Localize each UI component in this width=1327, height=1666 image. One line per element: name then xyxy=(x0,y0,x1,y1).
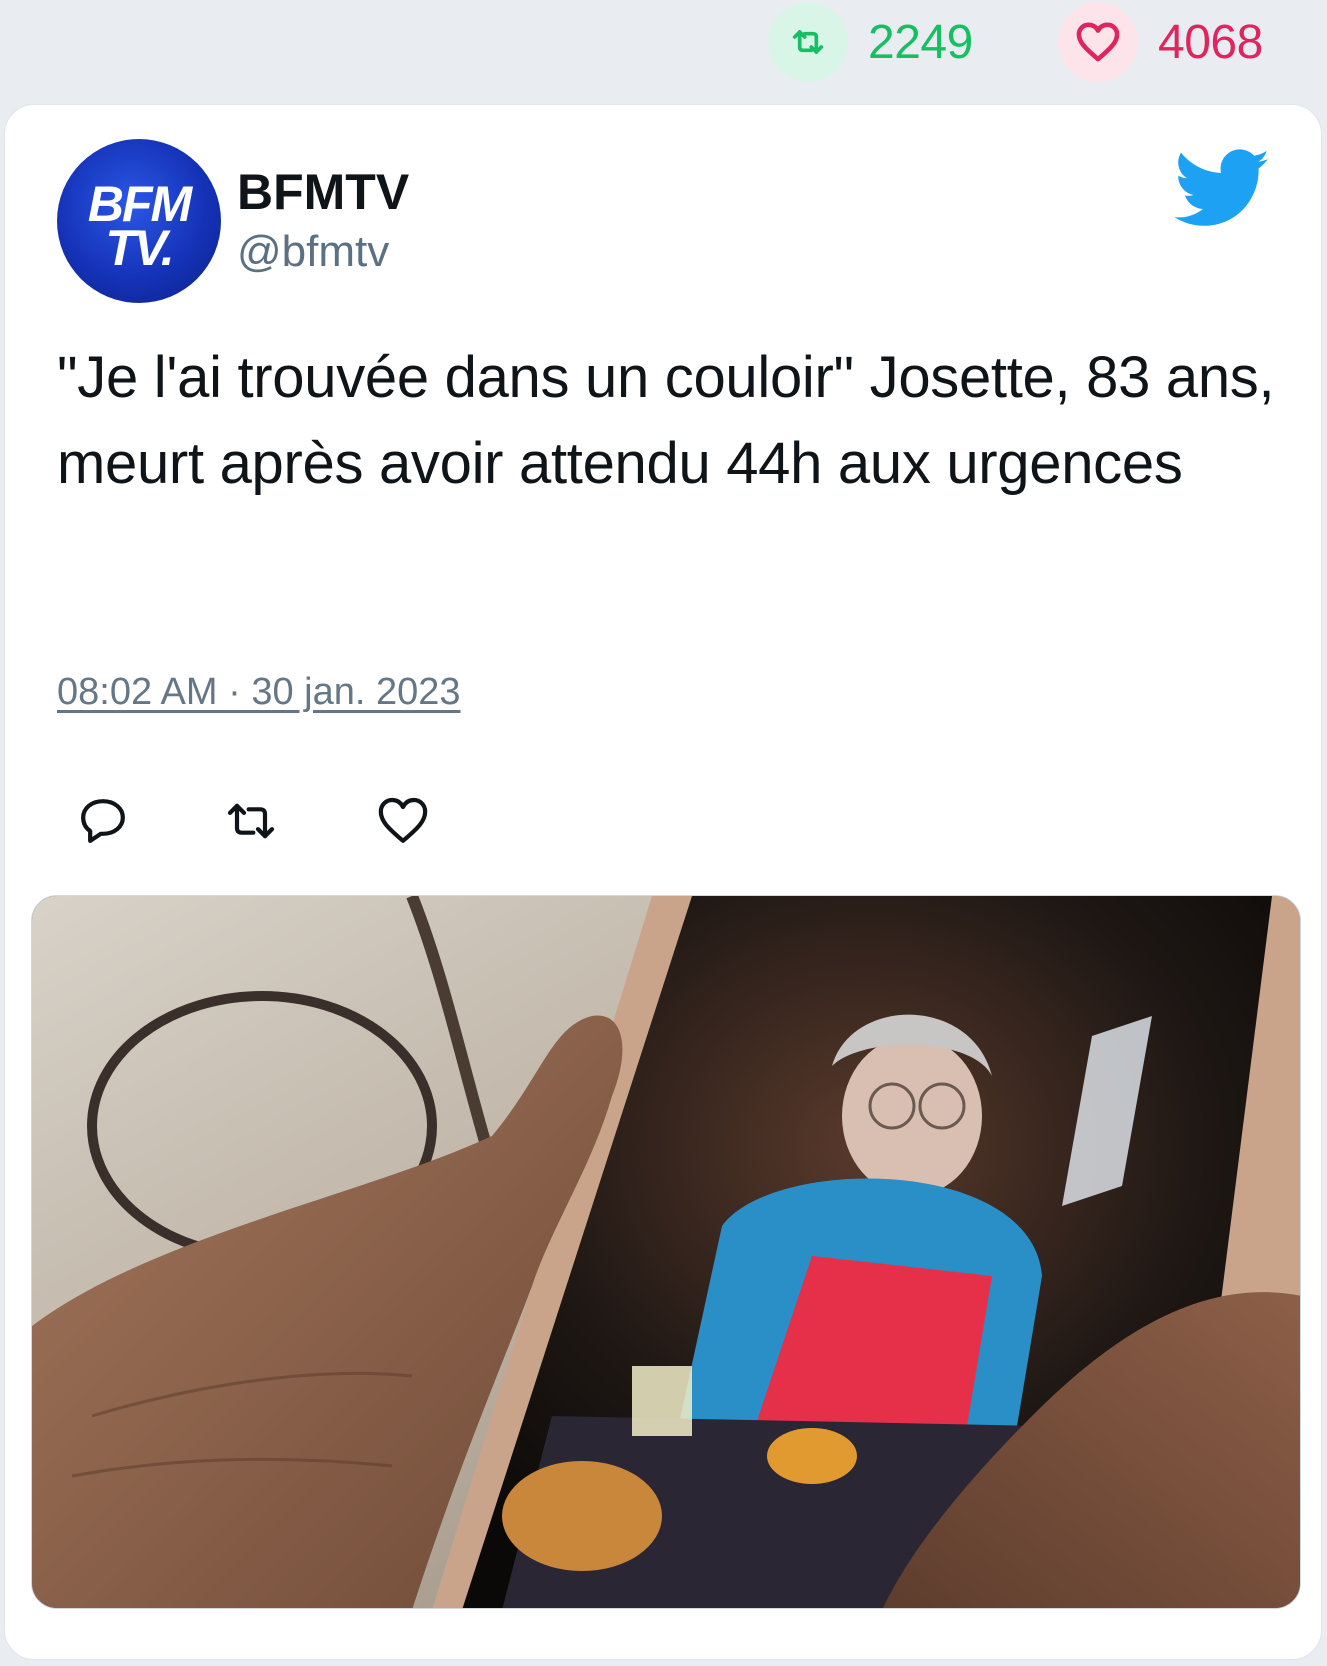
retweet-icon[interactable] xyxy=(768,2,848,82)
avatar[interactable]: BFM TV. xyxy=(57,139,221,303)
author-name[interactable]: BFMTV xyxy=(237,163,409,221)
like-count: 4068 xyxy=(1158,15,1263,69)
twitter-bird-icon[interactable] xyxy=(1174,149,1271,229)
heart-icon[interactable] xyxy=(1058,2,1138,82)
tweet-actions xyxy=(75,793,475,853)
retweet-count: 2249 xyxy=(868,15,973,69)
author-block[interactable]: BFMTV @bfmtv xyxy=(237,163,409,277)
reply-icon[interactable] xyxy=(75,793,131,849)
engagement-bar: 2249 4068 xyxy=(0,0,1327,100)
avatar-logo-text-2: TV. xyxy=(105,220,174,276)
author-handle[interactable]: @bfmtv xyxy=(237,227,409,277)
tweet-timestamp-link[interactable]: 08:02 AM · 30 jan. 2023 xyxy=(57,671,461,714)
retweet-stat[interactable]: 2249 xyxy=(768,2,973,82)
tweet-card: BFM TV. BFMTV @bfmtv "Je l'ai trouvée da… xyxy=(4,104,1322,1660)
like-action-icon[interactable] xyxy=(375,793,431,849)
retweet-action-icon[interactable] xyxy=(223,793,279,849)
tweet-photo[interactable] xyxy=(31,895,1301,1609)
photo-hand-holding-phone xyxy=(32,896,1300,1608)
tweet-text: "Je l'ai trouvée dans un couloir" Josett… xyxy=(57,345,1275,496)
like-stat[interactable]: 4068 xyxy=(1058,2,1263,82)
